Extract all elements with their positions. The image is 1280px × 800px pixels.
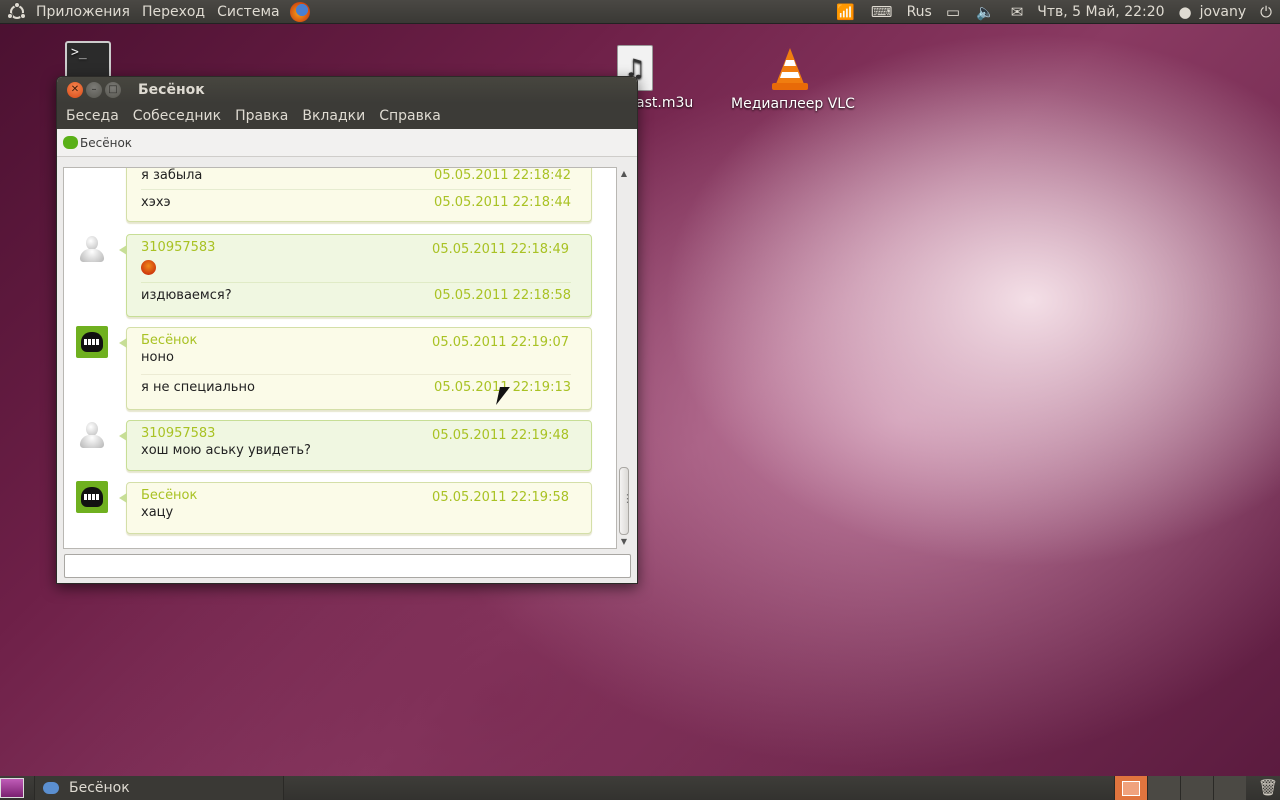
message-text: ноно — [141, 350, 174, 365]
workspace-3[interactable] — [1180, 776, 1213, 800]
conversation-scrollbar[interactable]: ▲ ▼ — [617, 167, 633, 549]
contact-avatar — [76, 234, 108, 266]
tab-label[interactable]: Бесёнок — [80, 136, 132, 150]
tab-bar: Бесёнок — [57, 129, 637, 157]
clock[interactable]: Чтв, 5 Май, 22:20 — [1037, 0, 1164, 24]
sender-row: 310957583 05.05.2011 22:18:49 — [141, 235, 571, 257]
scroll-up-icon[interactable]: ▲ — [617, 167, 631, 181]
message-input[interactable] — [64, 554, 631, 578]
battery-icon[interactable]: ▭ — [946, 0, 960, 24]
menu-help[interactable]: Справка — [372, 108, 448, 124]
sender-row: 310957583 05.05.2011 22:19:48 — [141, 421, 571, 443]
chat-bubble-icon — [63, 136, 78, 149]
message-text: хацу — [141, 505, 174, 520]
message-group: Бесёнок 05.05.2011 22:19:58 хацу — [119, 482, 592, 534]
workspace-4[interactable] — [1213, 776, 1246, 800]
menubar: Беседа Собеседник Правка Вкладки Справка — [57, 103, 637, 129]
sender-name: Бесёнок — [141, 333, 198, 348]
message-text: хэхэ — [141, 195, 171, 210]
mail-icon[interactable]: ✉ — [1011, 0, 1024, 24]
menu-applications[interactable]: Приложения — [30, 0, 136, 24]
workspace-1[interactable] — [1114, 776, 1147, 800]
first-message: ноно — [141, 348, 571, 375]
close-button[interactable]: ✕ — [67, 82, 83, 98]
scrollbar-thumb[interactable] — [619, 467, 633, 535]
message-group: Бесёнок 05.05.2011 22:19:07 ноно я не сп… — [119, 327, 592, 410]
devil-emoticon-icon — [141, 260, 156, 275]
message-row: я забыла 05.05.2011 22:18:42 — [141, 168, 571, 190]
message-text: хош мою аську увидеть? — [141, 443, 311, 458]
show-desktop-icon[interactable] — [0, 778, 24, 798]
message-text: я забыла — [141, 168, 203, 183]
message-group: 310957583 05.05.2011 22:19:48 хош мою ас… — [119, 420, 592, 471]
buddy-avatar — [76, 481, 108, 513]
bottom-panel: Бесёнок 🗑 — [0, 776, 1280, 800]
top-panel: Приложения Переход Система 📶 ⌨ Rus ▭ 🔈 ✉… — [0, 0, 1280, 24]
vlc-cone-icon[interactable] — [768, 46, 812, 92]
message-row: хэхэ 05.05.2011 22:18:44 — [141, 190, 571, 217]
sender-name: 310957583 — [141, 240, 216, 255]
workspace-switcher[interactable] — [1114, 776, 1246, 800]
trash-icon[interactable]: 🗑 — [1256, 776, 1280, 800]
first-message — [141, 255, 571, 283]
pidgin-icon — [43, 782, 59, 794]
menu-edit[interactable]: Правка — [228, 108, 295, 124]
window-titlebar[interactable]: ✕ – □ Бесёнок — [57, 77, 637, 103]
message-text: издюваемся? — [141, 288, 232, 303]
sender-name: Бесёнок — [141, 488, 198, 503]
first-message: хацу — [141, 503, 571, 525]
volume-icon[interactable]: 🔈 — [976, 0, 995, 24]
power-icon[interactable]: ⏻ — [1260, 0, 1272, 24]
taskbar-label: Бесёнок — [69, 780, 130, 796]
keyboard-icon[interactable]: ⌨ — [871, 0, 893, 24]
user-name[interactable]: jovany — [1200, 0, 1246, 24]
terminal-icon[interactable]: >_ — [65, 41, 111, 81]
maximize-button[interactable]: □ — [105, 82, 121, 98]
first-message: хош мою аську увидеть? — [141, 441, 571, 463]
message-row: издюваемся? 05.05.2011 22:18:58 — [141, 283, 571, 310]
message-time: 05.05.2011 22:18:58 — [434, 288, 571, 303]
window-title: Бесёнок — [138, 82, 205, 98]
firefox-icon[interactable] — [289, 1, 310, 22]
workspace-2[interactable] — [1147, 776, 1180, 800]
minimize-button[interactable]: – — [86, 82, 102, 98]
contact-avatar — [76, 420, 108, 452]
menu-contact[interactable]: Собеседник — [126, 108, 228, 124]
menu-tabs[interactable]: Вкладки — [295, 108, 372, 124]
sender-name: 310957583 — [141, 426, 216, 441]
message-time: 05.05.2011 22:18:42 — [434, 168, 571, 183]
desktop-label-playlist[interactable]: ast.m3u — [636, 95, 693, 111]
sender-row: Бесёнок 05.05.2011 22:19:58 — [141, 483, 571, 505]
message-group: я забыла 05.05.2011 22:18:42 хэхэ 05.05.… — [126, 168, 592, 222]
sender-row: Бесёнок 05.05.2011 22:19:07 — [141, 328, 571, 350]
taskbar-button[interactable]: Бесёнок — [34, 776, 284, 800]
user-status-icon[interactable]: ● — [1179, 0, 1192, 24]
message-time: 05.05.2011 22:18:44 — [434, 195, 571, 210]
menu-places[interactable]: Переход — [136, 0, 211, 24]
ubuntu-logo-icon[interactable] — [7, 1, 26, 21]
scroll-down-icon[interactable]: ▼ — [617, 535, 631, 549]
menu-conversation[interactable]: Беседа — [59, 108, 126, 124]
message-group: 310957583 05.05.2011 22:18:49 издюваемся… — [119, 234, 592, 317]
keyboard-layout[interactable]: Rus — [907, 0, 932, 24]
menu-system[interactable]: Система — [211, 0, 285, 24]
message-text: я не специально — [141, 380, 255, 395]
desktop-label-vlc[interactable]: Медиаплеер VLC — [731, 96, 855, 112]
wifi-icon[interactable]: 📶 — [836, 0, 855, 24]
buddy-avatar — [76, 326, 108, 358]
conversation-view[interactable]: я забыла 05.05.2011 22:18:42 хэхэ 05.05.… — [63, 167, 617, 549]
chat-window: ✕ – □ Бесёнок Беседа Собеседник Правка В… — [56, 76, 638, 584]
